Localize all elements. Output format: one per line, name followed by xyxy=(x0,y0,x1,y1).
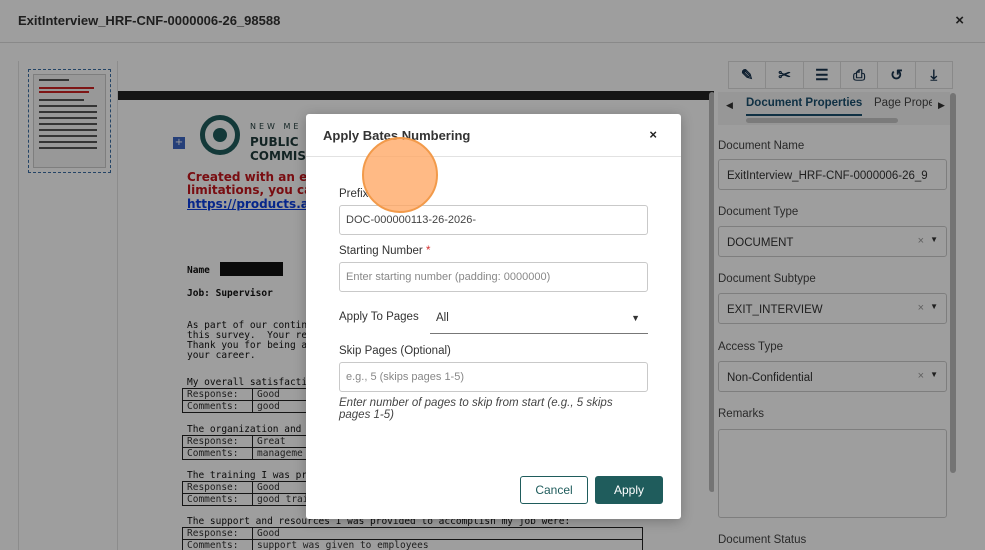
required-marker: * xyxy=(425,245,431,257)
apply-to-pages-label: Apply To Pages xyxy=(339,311,419,323)
skip-pages-helper-text: Enter number of pages to skip from start… xyxy=(339,397,613,421)
chevron-down-icon: ▼ xyxy=(631,313,640,323)
skip-pages-label: Skip Pages (Optional) xyxy=(339,345,451,357)
starting-number-label: Starting Number * xyxy=(339,245,430,257)
apply-to-pages-value: All xyxy=(436,312,449,324)
apply-button[interactable]: Apply xyxy=(595,476,663,504)
starting-number-text: Starting Number xyxy=(339,245,423,257)
prefix-label: Prefix xyxy=(339,188,369,200)
dialog-header: Apply Bates Numbering × xyxy=(306,114,681,157)
cancel-button[interactable]: Cancel xyxy=(520,476,588,504)
starting-number-input[interactable] xyxy=(339,262,648,292)
apply-to-pages-select[interactable]: All ▼ xyxy=(430,304,648,334)
close-icon[interactable]: × xyxy=(649,127,657,142)
click-indicator xyxy=(362,137,438,213)
skip-pages-input[interactable] xyxy=(339,362,648,392)
